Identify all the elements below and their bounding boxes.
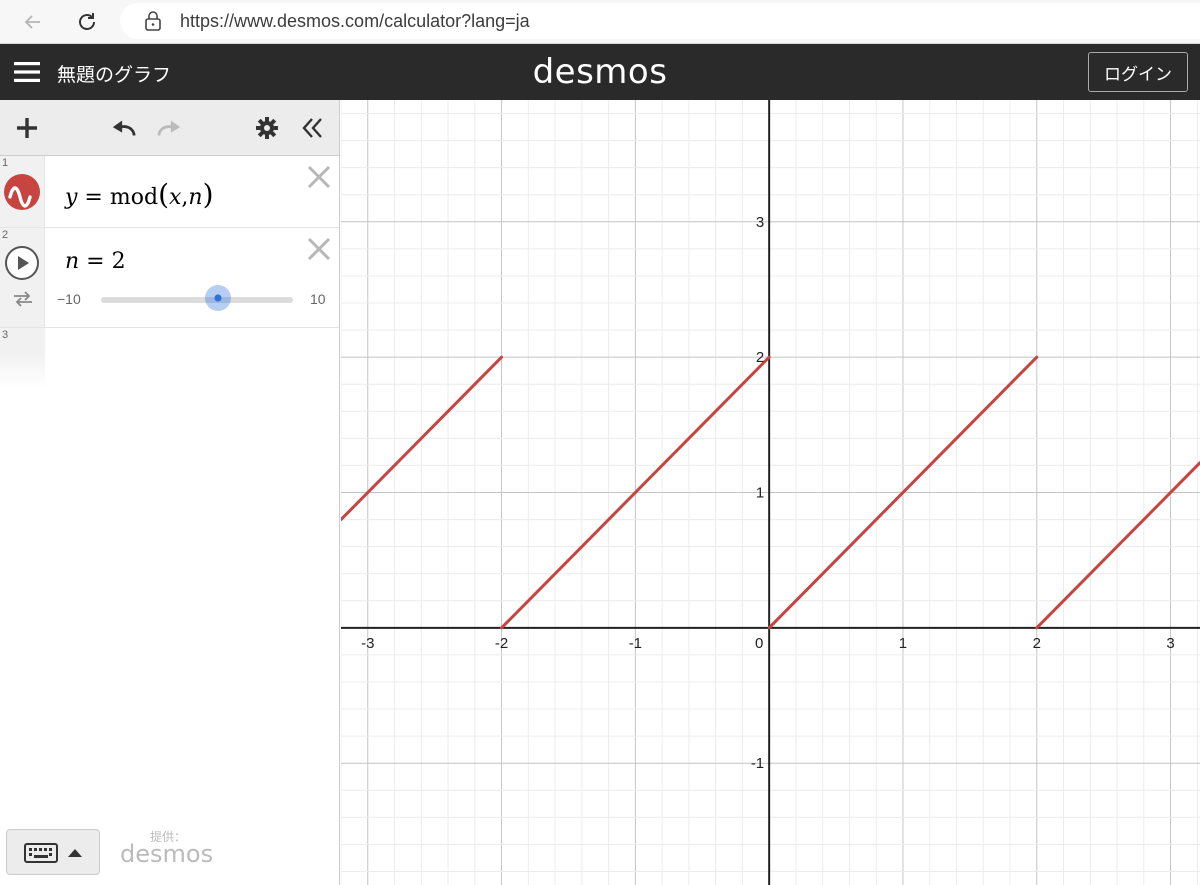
math-var: n xyxy=(65,249,80,274)
slider-track[interactable] xyxy=(101,297,293,303)
expression-math[interactable]: y = mod(x,n) xyxy=(65,178,214,211)
y-tick-label: 3 xyxy=(756,214,764,231)
delete-expression-icon[interactable] xyxy=(306,236,334,264)
graph-title[interactable]: 無題のグラフ xyxy=(57,60,171,87)
expression-index: 3 xyxy=(2,329,9,341)
menu-icon[interactable] xyxy=(14,60,40,84)
math-var: x xyxy=(169,185,182,210)
x-tick-label: -3 xyxy=(361,635,374,652)
browser-toolbar: https://www.desmos.com/calculator?lang=j… xyxy=(0,0,1200,44)
math-value: 2 xyxy=(111,249,126,274)
expression-index: 1 xyxy=(2,157,9,169)
expression-panel: 1 y = mod(x,n) 2 n = 2 −10 10 3 提供： desm… xyxy=(0,100,340,885)
loop-icon[interactable] xyxy=(12,290,34,313)
back-icon[interactable] xyxy=(18,7,48,37)
expression-toolbar xyxy=(0,100,339,156)
caret-up-icon xyxy=(68,849,82,857)
address-bar[interactable]: https://www.desmos.com/calculator?lang=j… xyxy=(120,3,1200,39)
collapse-panel-icon[interactable] xyxy=(298,114,326,142)
math-var: y xyxy=(65,185,78,210)
slider-expression-math[interactable]: n = 2 xyxy=(65,249,126,274)
slider-max-label[interactable]: 10 xyxy=(310,291,326,307)
x-tick-label: -2 xyxy=(495,635,508,652)
gear-icon[interactable] xyxy=(253,114,281,142)
expression-row-3[interactable]: 3 xyxy=(0,328,339,388)
keyboard-icon xyxy=(24,843,58,863)
y-tick-label: -1 xyxy=(751,755,764,772)
math-func: mod xyxy=(109,185,159,210)
redo-icon[interactable] xyxy=(155,114,183,142)
expression-row-1[interactable]: 1 y = mod(x,n) xyxy=(0,156,339,228)
login-button[interactable]: ログイン xyxy=(1088,52,1188,92)
expression-row-2[interactable]: 2 n = 2 −10 10 xyxy=(0,228,339,328)
delete-expression-icon[interactable] xyxy=(306,164,334,192)
math-paren: ) xyxy=(202,178,214,211)
desmos-logo: desmos xyxy=(532,52,668,92)
expression-gutter: 2 xyxy=(0,228,45,327)
y-tick-label: 1 xyxy=(756,485,764,502)
math-eq: = xyxy=(77,185,110,210)
x-tick-label: 3 xyxy=(1166,635,1174,652)
lock-icon xyxy=(144,11,162,36)
x-tick-label: 1 xyxy=(899,635,907,652)
slider-min-label[interactable]: −10 xyxy=(57,291,81,307)
expression-gutter: 3 xyxy=(0,328,45,388)
graph-paper[interactable]: -3 -2 -1 0 1 2 3 -1 1 2 3 xyxy=(341,100,1200,885)
math-var: n xyxy=(188,185,203,210)
math-eq: = xyxy=(79,249,112,274)
x-tick-label: 0 xyxy=(755,635,763,652)
undo-icon[interactable] xyxy=(110,114,138,142)
curve-segment xyxy=(1035,461,1200,630)
y-tick-label: 2 xyxy=(756,349,764,366)
keyboard-toggle-button[interactable] xyxy=(6,829,100,875)
play-icon[interactable] xyxy=(4,245,40,286)
graph-style-icon[interactable] xyxy=(3,173,41,216)
expression-index: 2 xyxy=(2,229,9,241)
add-icon[interactable] xyxy=(13,114,41,142)
slider-thumb[interactable] xyxy=(204,284,232,312)
app-header: 無題のグラフ desmos ログイン xyxy=(0,44,1200,100)
url-text[interactable]: https://www.desmos.com/calculator?lang=j… xyxy=(180,11,530,32)
powered-by-logo[interactable]: desmos xyxy=(120,840,213,868)
math-paren: ( xyxy=(158,178,169,211)
x-tick-label: -1 xyxy=(629,635,642,652)
x-tick-label: 2 xyxy=(1033,635,1041,652)
expression-gutter: 1 xyxy=(0,156,45,227)
reload-icon[interactable] xyxy=(72,7,102,37)
